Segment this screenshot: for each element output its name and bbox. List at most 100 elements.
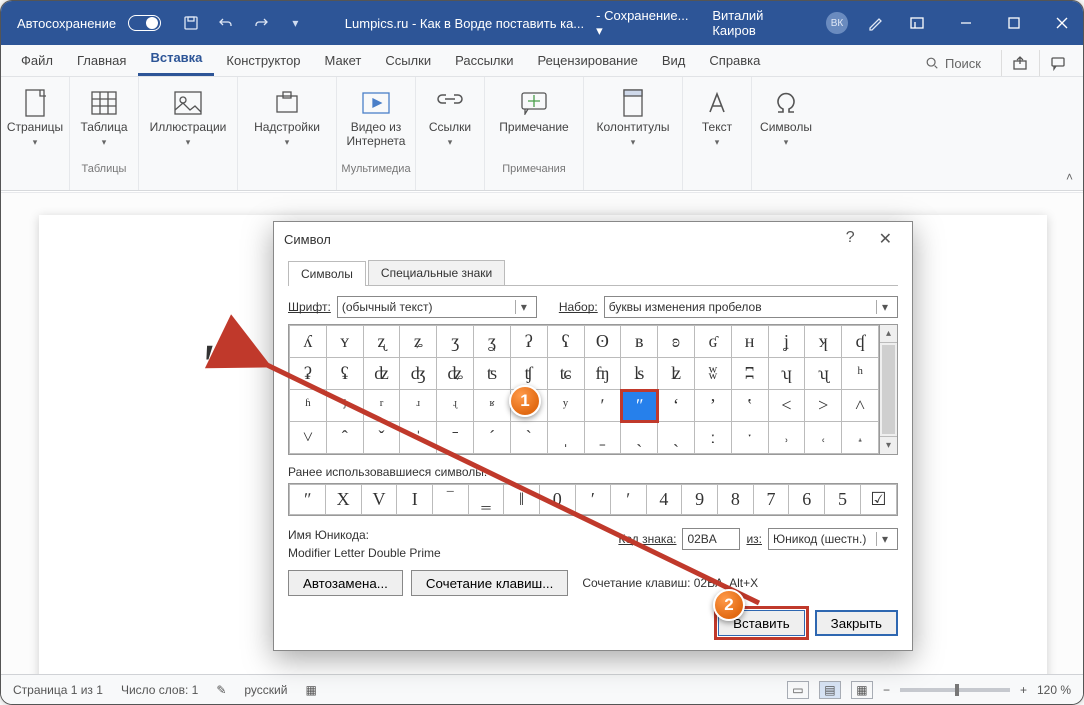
symbol-grid[interactable]: ʎʏʐʑʒʓʔʕʘʙʚʛʜʝʞʠʡʢʣʤʥʦʧʨʩʪʫʬʭʮʯʰʱʲʳʴʵʶʷʸ… xyxy=(288,324,880,455)
tab-help[interactable]: Справка xyxy=(697,46,772,76)
pages-button[interactable]: Страницы▾ xyxy=(5,81,65,163)
close-dialog-button[interactable]: Закрыть xyxy=(815,610,898,636)
symbol-cell[interactable]: ˉ xyxy=(437,422,474,454)
minimize-button[interactable] xyxy=(944,1,986,45)
autocorrect-button[interactable]: Автозамена... xyxy=(288,570,403,596)
symbol-cell[interactable]: ʔ xyxy=(510,326,547,358)
symbol-cell[interactable]: ʘ xyxy=(584,326,621,358)
recent-symbol-cell[interactable]: V xyxy=(361,485,397,515)
code-input[interactable]: 02BA xyxy=(682,528,740,550)
table-button[interactable]: Таблица▾ xyxy=(74,81,134,163)
tab-mailings[interactable]: Рассылки xyxy=(443,46,525,76)
scroll-thumb[interactable] xyxy=(882,345,895,434)
zoom-slider[interactable] xyxy=(900,688,1010,692)
read-mode-icon[interactable]: ▭ xyxy=(787,681,809,699)
comment-button[interactable]: Примечание xyxy=(489,81,579,163)
recent-symbol-cell[interactable]: X xyxy=(325,485,361,515)
print-layout-icon[interactable]: ▤ xyxy=(819,681,841,699)
symbol-cell[interactable]: ʰ xyxy=(842,358,879,390)
word-counter[interactable]: Число слов: 1 xyxy=(121,683,198,697)
user-name[interactable]: Виталий Каиров xyxy=(712,8,806,38)
symbol-cell[interactable]: ʡ xyxy=(290,358,327,390)
share-icon[interactable] xyxy=(1001,50,1037,76)
symbol-cell[interactable]: ʭ xyxy=(731,358,768,390)
shortcut-button[interactable]: Сочетание клавиш... xyxy=(411,570,568,596)
symbol-cell[interactable]: ʦ xyxy=(474,358,511,390)
symbol-cell[interactable]: ː xyxy=(694,422,731,454)
scroll-down-icon[interactable]: ▾ xyxy=(880,436,897,454)
tab-layout[interactable]: Макет xyxy=(313,46,374,76)
symbol-cell[interactable]: ˒ xyxy=(768,422,805,454)
qat-customize-icon[interactable]: ▾ xyxy=(281,1,310,45)
recent-symbol-cell[interactable]: ʺ xyxy=(290,485,326,515)
dialog-titlebar[interactable]: Символ ? ✕ xyxy=(274,222,912,256)
symbol-cell[interactable]: ˔ xyxy=(842,422,879,454)
redo-icon[interactable] xyxy=(246,1,275,45)
text-button[interactable]: Текст▾ xyxy=(687,81,747,163)
recent-symbol-cell[interactable]: ‾ xyxy=(433,485,469,515)
symbol-cell[interactable]: ʠ xyxy=(842,326,879,358)
scroll-up-icon[interactable]: ▴ xyxy=(880,325,897,343)
online-video-button[interactable]: Видео из Интернета xyxy=(341,81,411,163)
zoom-out-button[interactable]: − xyxy=(883,683,890,697)
font-combo[interactable]: (обычный текст)▾ xyxy=(337,296,537,318)
recent-symbol-cell[interactable]: 7 xyxy=(753,485,789,515)
symbol-cell[interactable]: ʥ xyxy=(437,358,474,390)
maximize-button[interactable] xyxy=(993,1,1035,45)
save-status[interactable]: - Сохранение... ▾ xyxy=(596,8,694,39)
symbol-cell[interactable]: ʜ xyxy=(731,326,768,358)
tab-references[interactable]: Ссылки xyxy=(373,46,443,76)
symbol-cell[interactable]: ˇ xyxy=(363,422,400,454)
symbol-cell[interactable]: ʽ xyxy=(731,390,768,422)
symbol-cell[interactable]: ʬ xyxy=(694,358,731,390)
tab-review[interactable]: Рецензирование xyxy=(525,46,649,76)
save-icon[interactable] xyxy=(177,1,206,45)
tab-insert[interactable]: Вставка xyxy=(138,43,214,76)
symbol-cell[interactable]: ˓ xyxy=(805,422,842,454)
symbol-cell[interactable]: ʝ xyxy=(768,326,805,358)
tab-design[interactable]: Конструктор xyxy=(214,46,312,76)
recent-symbol-cell[interactable]: ʹ xyxy=(611,485,646,515)
symbol-cell[interactable]: ʼ xyxy=(694,390,731,422)
symbol-cell[interactable]: ʻ xyxy=(658,390,695,422)
symbol-cell[interactable]: ʏ xyxy=(326,326,363,358)
recent-symbol-cell[interactable]: 4 xyxy=(646,485,682,515)
recent-symbol-cell[interactable]: ‖ xyxy=(504,485,540,515)
symbol-cell[interactable]: ʺ xyxy=(621,390,658,422)
search-box[interactable]: Поиск xyxy=(915,56,999,71)
symbol-cell[interactable]: ˂ xyxy=(768,390,805,422)
symbol-cell[interactable]: ˋ xyxy=(510,422,547,454)
ribbon-options-icon[interactable] xyxy=(896,1,938,45)
tab-symbols-dlg[interactable]: Символы xyxy=(288,261,366,286)
symbol-cell[interactable]: ˃ xyxy=(805,390,842,422)
dialog-close-button[interactable]: ✕ xyxy=(869,225,902,253)
recent-grid[interactable]: ʺXVI‾‗‖0′ʹ498765☑ xyxy=(288,483,898,516)
spellcheck-icon[interactable]: ✎ xyxy=(216,683,226,697)
headers-button[interactable]: Колонтитулы▾ xyxy=(588,81,678,163)
symbol-cell[interactable]: ˑ xyxy=(731,422,768,454)
web-layout-icon[interactable]: ▦ xyxy=(851,681,873,699)
symbol-cell[interactable]: ʫ xyxy=(658,358,695,390)
from-combo[interactable]: Юникод (шестн.)▾ xyxy=(768,528,898,550)
set-combo[interactable]: буквы изменения пробелов▾ xyxy=(604,296,898,318)
symbol-cell[interactable]: ˏ xyxy=(658,422,695,454)
zoom-in-button[interactable]: + xyxy=(1020,683,1027,697)
symbol-cell[interactable]: ʕ xyxy=(547,326,584,358)
symbol-cell[interactable]: ʎ xyxy=(290,326,327,358)
recent-symbol-cell[interactable]: 5 xyxy=(825,485,861,515)
symbol-cell[interactable]: ʢ xyxy=(326,358,363,390)
autosave-toggle[interactable] xyxy=(128,15,161,31)
zoom-value[interactable]: 120 % xyxy=(1037,683,1071,697)
tab-home[interactable]: Главная xyxy=(65,46,138,76)
collapse-ribbon-icon[interactable]: ˄ xyxy=(1066,170,1073,184)
tab-file[interactable]: Файл xyxy=(9,46,65,76)
symbol-cell[interactable]: ʩ xyxy=(584,358,621,390)
symbol-cell[interactable]: ˆ xyxy=(326,422,363,454)
macro-icon[interactable]: ▦ xyxy=(305,683,316,697)
recent-symbol-cell[interactable]: ☑ xyxy=(860,485,896,515)
symbol-cell[interactable]: ʓ xyxy=(474,326,511,358)
symbol-cell[interactable]: ʣ xyxy=(363,358,400,390)
symbol-cell[interactable]: ˊ xyxy=(474,422,511,454)
page-counter[interactable]: Страница 1 из 1 xyxy=(13,683,103,697)
symbol-cell[interactable]: ʱ xyxy=(290,390,327,422)
